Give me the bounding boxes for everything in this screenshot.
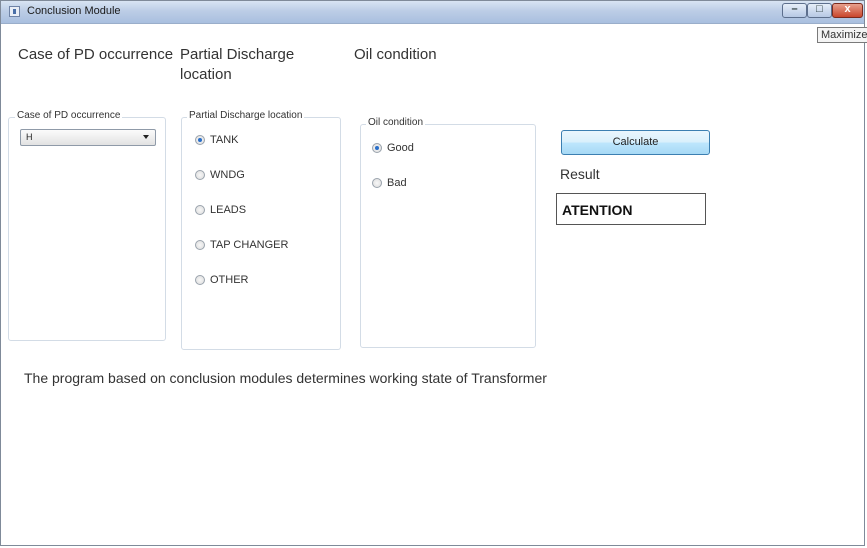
maximize-icon: □	[816, 3, 823, 15]
oil-column-title: Oil condition	[354, 46, 437, 63]
radio-tap-changer[interactable]: TAP CHANGER	[195, 239, 288, 251]
result-value: ATENTION	[562, 202, 633, 218]
radio-label-tank: TANK	[210, 134, 239, 146]
radio-tank[interactable]: TANK	[195, 134, 239, 146]
radio-label-wndg: WNDG	[210, 169, 245, 181]
radio-unchecked-icon	[195, 170, 205, 180]
radio-checked-icon	[195, 135, 205, 145]
title-bar[interactable]: Conclusion Module – □ x	[1, 1, 864, 24]
calculate-button[interactable]: Calculate	[561, 130, 710, 155]
maximize-tooltip: Maximize	[817, 27, 867, 43]
radio-wndg[interactable]: WNDG	[195, 169, 245, 181]
maximize-button[interactable]: □	[807, 3, 832, 18]
location-groupbox: Partial Discharge location	[181, 110, 341, 350]
radio-unchecked-icon	[195, 205, 205, 215]
result-label: Result	[560, 166, 600, 182]
radio-label-tap-changer: TAP CHANGER	[210, 239, 289, 251]
radio-leads[interactable]: LEADS	[195, 204, 246, 216]
radio-checked-icon	[372, 143, 382, 153]
radio-label-leads: LEADS	[210, 204, 247, 216]
radio-unchecked-icon	[195, 275, 205, 285]
combo-selected-value: H	[26, 132, 33, 142]
radio-label-other: OTHER	[210, 274, 249, 286]
radio-bad[interactable]: Bad	[372, 177, 407, 189]
chevron-down-icon	[143, 135, 149, 139]
case-combobox[interactable]: H	[20, 129, 156, 146]
location-column-title: Partial Discharge location	[180, 46, 295, 83]
program-description: The program based on conclusion modules …	[24, 370, 547, 386]
oil-groupbox: Oil condition	[360, 117, 536, 348]
case-column-title: Case of PD occurrence	[18, 46, 174, 63]
close-icon: x	[844, 3, 851, 15]
window-title: Conclusion Module	[27, 5, 121, 17]
case-groupbox: Case of PD occurrence	[8, 110, 166, 341]
app-icon	[9, 6, 20, 17]
radio-label-bad: Bad	[387, 177, 407, 189]
minimize-button[interactable]: –	[782, 3, 807, 18]
radio-unchecked-icon	[372, 178, 382, 188]
location-group-label: Partial Discharge location	[187, 110, 305, 121]
radio-good[interactable]: Good	[372, 142, 414, 154]
radio-other[interactable]: OTHER	[195, 274, 249, 286]
radio-label-good: Good	[387, 142, 414, 154]
minimize-icon: –	[791, 3, 798, 15]
result-textbox[interactable]: ATENTION	[556, 193, 706, 225]
radio-unchecked-icon	[195, 240, 205, 250]
close-button[interactable]: x	[832, 3, 863, 18]
oil-group-label: Oil condition	[366, 117, 426, 128]
case-group-label: Case of PD occurrence	[15, 110, 123, 121]
